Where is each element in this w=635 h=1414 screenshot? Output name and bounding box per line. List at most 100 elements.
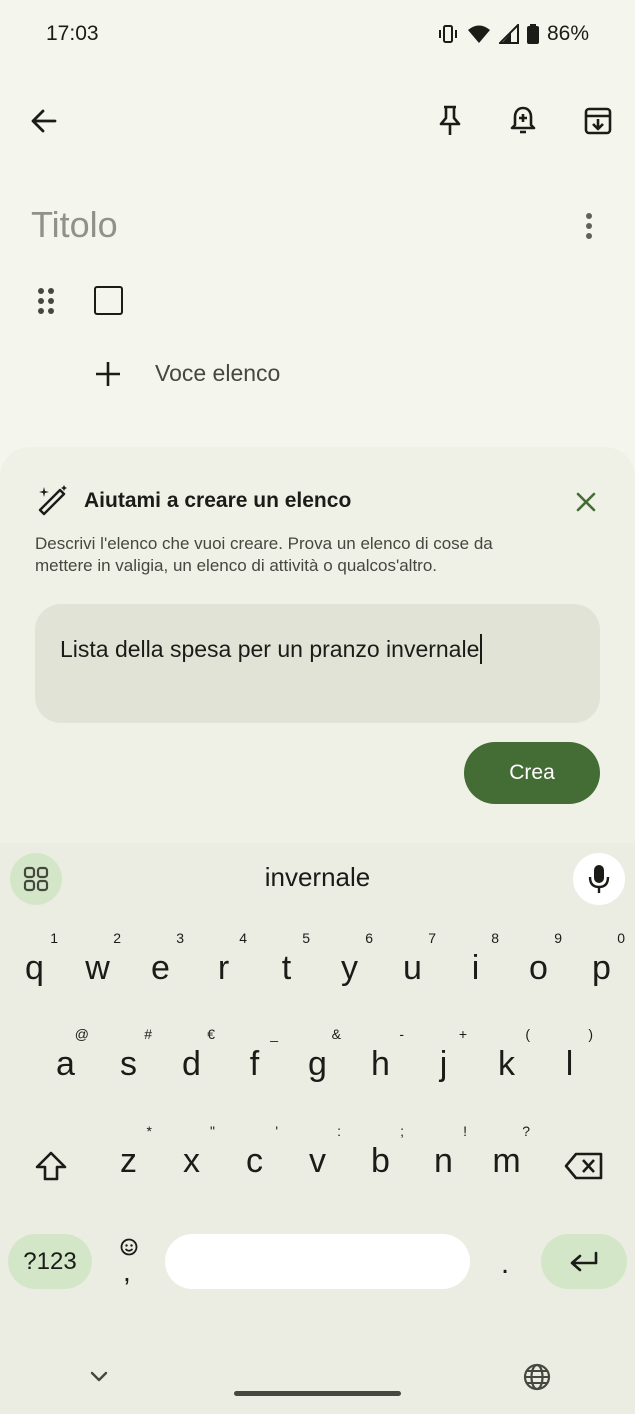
language-switch-button[interactable] xyxy=(520,1360,554,1394)
note-title-input[interactable]: Titolo xyxy=(31,204,118,246)
more-vertical-icon xyxy=(585,212,593,240)
key-z[interactable]: z * xyxy=(97,1115,160,1195)
reminder-bell-icon xyxy=(509,105,537,137)
key-hint: 6 xyxy=(365,930,373,946)
key-o[interactable]: o9 xyxy=(507,922,570,1002)
space-key[interactable] xyxy=(165,1234,470,1289)
key-hint: + xyxy=(458,1026,467,1042)
emoji-comma-key[interactable]: , xyxy=(110,1234,150,1290)
key-s[interactable]: s # xyxy=(97,1018,160,1098)
key-c[interactable]: c ' xyxy=(223,1115,286,1195)
signal-icon xyxy=(498,24,519,44)
hide-keyboard-button[interactable] xyxy=(84,1362,114,1392)
emoji-icon xyxy=(120,1238,138,1256)
add-item-label[interactable]: Voce elenco xyxy=(155,360,280,387)
key-hint: 8 xyxy=(491,930,499,946)
prompt-input-text[interactable]: Lista della spesa per un pranzo invernal… xyxy=(60,634,483,664)
key-g[interactable]: g & xyxy=(286,1018,349,1098)
back-button[interactable] xyxy=(20,97,68,145)
key-label: s xyxy=(120,1045,137,1083)
key-k[interactable]: k( xyxy=(475,1018,538,1098)
key-label: v xyxy=(309,1142,326,1180)
key-hint: & xyxy=(331,1026,341,1042)
key-hint: 5 xyxy=(302,930,310,946)
key-hint: 3 xyxy=(176,930,184,946)
key-hint: 9 xyxy=(554,930,562,946)
gesture-nav-handle[interactable] xyxy=(234,1391,401,1396)
key-label: n xyxy=(434,1142,453,1180)
key-u[interactable]: u7 xyxy=(381,922,444,1002)
key-hint: : xyxy=(337,1123,341,1139)
pin-button[interactable] xyxy=(426,97,474,145)
key-i[interactable]: i8 xyxy=(444,922,507,1002)
period-key[interactable]: . xyxy=(490,1234,520,1289)
key-hint: 2 xyxy=(113,930,121,946)
key-label: w xyxy=(85,949,110,987)
key-w[interactable]: w2 xyxy=(66,922,129,1002)
add-item-button[interactable] xyxy=(94,360,122,388)
backspace-icon xyxy=(564,1151,604,1181)
key-label: a xyxy=(56,1045,75,1083)
archive-button[interactable] xyxy=(574,97,622,145)
list-item-checkbox[interactable] xyxy=(94,286,123,315)
more-options-button[interactable] xyxy=(576,210,602,242)
key-m[interactable]: m? xyxy=(475,1115,538,1195)
chevron-down-icon xyxy=(90,1371,108,1383)
arrow-left-icon xyxy=(30,107,58,135)
create-button[interactable]: Crea xyxy=(464,742,600,804)
drag-handle[interactable] xyxy=(36,287,56,315)
key-y[interactable]: y6 xyxy=(318,922,381,1002)
key-label: e xyxy=(151,949,170,987)
archive-icon xyxy=(583,106,613,136)
drag-handle-icon xyxy=(36,287,56,315)
key-label: c xyxy=(246,1142,263,1180)
backspace-key[interactable] xyxy=(555,1137,613,1195)
key-p[interactable]: p0 xyxy=(570,922,633,1002)
key-f[interactable]: f _ xyxy=(223,1018,286,1098)
key-hint: 0 xyxy=(617,930,625,946)
key-r[interactable]: r4 xyxy=(192,922,255,1002)
keyboard-suggestion[interactable]: invernale xyxy=(0,862,635,893)
key-e[interactable]: e3 xyxy=(129,922,192,1002)
magic-pen-icon xyxy=(36,484,70,518)
voice-input-button[interactable] xyxy=(573,853,625,905)
key-hint: ! xyxy=(463,1123,467,1139)
key-label: q xyxy=(25,949,44,987)
key-label: b xyxy=(371,1142,390,1180)
key-j[interactable]: j + xyxy=(412,1018,475,1098)
key-hint: ' xyxy=(275,1123,278,1139)
key-b[interactable]: b; xyxy=(349,1115,412,1195)
key-x[interactable]: x " xyxy=(160,1115,223,1195)
status-time: 17:03 xyxy=(46,22,99,45)
key-label: j xyxy=(439,1045,448,1083)
key-label: f xyxy=(249,1045,260,1083)
close-ai-panel-button[interactable] xyxy=(570,486,602,518)
key-label: z xyxy=(120,1142,137,1180)
close-icon xyxy=(576,492,596,512)
key-label: m xyxy=(492,1142,521,1180)
status-icons: 86% xyxy=(437,22,589,46)
shift-key[interactable] xyxy=(22,1137,80,1195)
key-label: l xyxy=(565,1045,574,1083)
key-label: p xyxy=(592,949,611,987)
key-h[interactable]: h- xyxy=(349,1018,412,1098)
battery-icon xyxy=(526,24,539,44)
comma-label: , xyxy=(123,1256,131,1287)
key-l[interactable]: l) xyxy=(538,1018,601,1098)
key-n[interactable]: n! xyxy=(412,1115,475,1195)
key-a[interactable]: a @ xyxy=(34,1018,97,1098)
key-q[interactable]: q1 xyxy=(3,922,66,1002)
ai-panel-description: Descrivi l'elenco che vuoi creare. Prova… xyxy=(35,534,493,575)
symbols-key[interactable]: ?123 xyxy=(8,1234,92,1289)
key-t[interactable]: t5 xyxy=(255,922,318,1002)
key-v[interactable]: v: xyxy=(286,1115,349,1195)
key-label: g xyxy=(308,1045,327,1083)
reminder-button[interactable] xyxy=(499,97,547,145)
key-label: h xyxy=(371,1045,390,1083)
key-d[interactable]: d € xyxy=(160,1018,223,1098)
key-hint: ; xyxy=(400,1123,404,1139)
key-label: o xyxy=(529,949,548,987)
text-caret xyxy=(480,634,483,664)
enter-key[interactable] xyxy=(541,1234,627,1289)
key-hint: ( xyxy=(525,1026,530,1042)
